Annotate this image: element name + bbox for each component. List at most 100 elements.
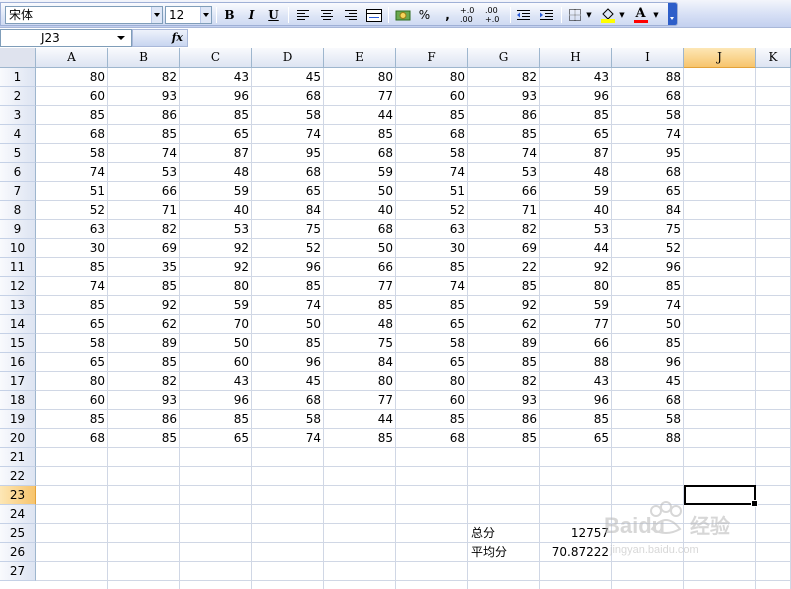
cell-b20[interactable]: 85	[108, 429, 180, 448]
cell-e1[interactable]: 80	[324, 68, 396, 87]
cell-b6[interactable]: 53	[108, 163, 180, 182]
column-header-h[interactable]: H	[540, 48, 612, 68]
cell-e14[interactable]: 48	[324, 315, 396, 334]
row-header-21[interactable]: 21	[0, 448, 36, 467]
align-right-button[interactable]	[340, 6, 361, 24]
font-size-combo[interactable]: 12	[165, 6, 212, 24]
cell-i16[interactable]: 96	[612, 353, 684, 372]
cell-f9[interactable]: 63	[396, 220, 468, 239]
cell-b11[interactable]: 35	[108, 258, 180, 277]
cell-e10[interactable]: 50	[324, 239, 396, 258]
cell-e8[interactable]: 40	[324, 201, 396, 220]
cell-d8[interactable]: 84	[252, 201, 324, 220]
cell-c16[interactable]: 60	[180, 353, 252, 372]
cell-i5[interactable]: 95	[612, 144, 684, 163]
column-header-a[interactable]: A	[36, 48, 108, 68]
cell-c5[interactable]: 87	[180, 144, 252, 163]
row-header-12[interactable]: 12	[0, 277, 36, 296]
cell-c19[interactable]: 85	[180, 410, 252, 429]
cell-g2[interactable]: 93	[468, 87, 540, 106]
cell-h15[interactable]: 66	[540, 334, 612, 353]
cell-a7[interactable]: 51	[36, 182, 108, 201]
cell-a5[interactable]: 58	[36, 144, 108, 163]
cell-f18[interactable]: 60	[396, 391, 468, 410]
cell-d11[interactable]: 96	[252, 258, 324, 277]
cell-i18[interactable]: 68	[612, 391, 684, 410]
cell-b14[interactable]: 62	[108, 315, 180, 334]
cell-h4[interactable]: 65	[540, 125, 612, 144]
font-name-combo[interactable]: 宋体	[5, 6, 163, 24]
row-header-19[interactable]: 19	[0, 410, 36, 429]
row-header-17[interactable]: 17	[0, 372, 36, 391]
row-header-27[interactable]: 27	[0, 562, 36, 581]
chevron-down-icon[interactable]	[151, 7, 162, 23]
cell-b16[interactable]: 85	[108, 353, 180, 372]
cell-i13[interactable]: 74	[612, 296, 684, 315]
cell-e13[interactable]: 85	[324, 296, 396, 315]
row-header-24[interactable]: 24	[0, 505, 36, 524]
underline-button[interactable]: U	[263, 6, 284, 24]
bold-button[interactable]: B	[219, 6, 240, 24]
cell-e7[interactable]: 50	[324, 182, 396, 201]
cell-a3[interactable]: 85	[36, 106, 108, 125]
column-header-i[interactable]: I	[612, 48, 684, 68]
cell-a1[interactable]: 80	[36, 68, 108, 87]
cell-e12[interactable]: 77	[324, 277, 396, 296]
column-header-k[interactable]: K	[756, 48, 791, 68]
cell-e2[interactable]: 77	[324, 87, 396, 106]
cell-c3[interactable]: 85	[180, 106, 252, 125]
cell-c17[interactable]: 43	[180, 372, 252, 391]
cell-f4[interactable]: 68	[396, 125, 468, 144]
cell-f13[interactable]: 85	[396, 296, 468, 315]
cell-a8[interactable]: 52	[36, 201, 108, 220]
row-header-8[interactable]: 8	[0, 201, 36, 220]
cell-e11[interactable]: 66	[324, 258, 396, 277]
cell-d17[interactable]: 45	[252, 372, 324, 391]
cell-f20[interactable]: 68	[396, 429, 468, 448]
cell-i14[interactable]: 50	[612, 315, 684, 334]
cell-d9[interactable]: 75	[252, 220, 324, 239]
cell-h26-average-value[interactable]: 70.87222	[540, 543, 612, 562]
cell-g9[interactable]: 82	[468, 220, 540, 239]
row-header-18[interactable]: 18	[0, 391, 36, 410]
column-header-c[interactable]: C	[180, 48, 252, 68]
cell-g3[interactable]: 86	[468, 106, 540, 125]
cell-f3[interactable]: 85	[396, 106, 468, 125]
cell-g7[interactable]: 66	[468, 182, 540, 201]
cell-c20[interactable]: 65	[180, 429, 252, 448]
cell-g11[interactable]: 22	[468, 258, 540, 277]
cell-h6[interactable]: 48	[540, 163, 612, 182]
cell-a14[interactable]: 65	[36, 315, 108, 334]
cell-d2[interactable]: 68	[252, 87, 324, 106]
cell-a18[interactable]: 60	[36, 391, 108, 410]
row-header-14[interactable]: 14	[0, 315, 36, 334]
cell-f12[interactable]: 74	[396, 277, 468, 296]
font-color-button[interactable]: A	[630, 6, 651, 24]
cell-h20[interactable]: 65	[540, 429, 612, 448]
cell-a6[interactable]: 74	[36, 163, 108, 182]
cell-f6[interactable]: 74	[396, 163, 468, 182]
cell-h18[interactable]: 96	[540, 391, 612, 410]
row-header-26[interactable]: 26	[0, 543, 36, 562]
cell-f16[interactable]: 65	[396, 353, 468, 372]
cell-g14[interactable]: 62	[468, 315, 540, 334]
cell-e3[interactable]: 44	[324, 106, 396, 125]
cell-a12[interactable]: 74	[36, 277, 108, 296]
cell-i7[interactable]: 65	[612, 182, 684, 201]
cell-g18[interactable]: 93	[468, 391, 540, 410]
cell-d18[interactable]: 68	[252, 391, 324, 410]
cell-b8[interactable]: 71	[108, 201, 180, 220]
formula-input[interactable]	[188, 29, 791, 47]
decrease-decimal-button[interactable]: .00 +.0	[485, 6, 509, 24]
merge-center-button[interactable]	[363, 6, 384, 24]
cell-b2[interactable]: 93	[108, 87, 180, 106]
cell-f17[interactable]: 80	[396, 372, 468, 391]
cell-g13[interactable]: 92	[468, 296, 540, 315]
cell-d20[interactable]: 74	[252, 429, 324, 448]
cell-b13[interactable]: 92	[108, 296, 180, 315]
row-header-9[interactable]: 9	[0, 220, 36, 239]
cell-d14[interactable]: 50	[252, 315, 324, 334]
row-header-13[interactable]: 13	[0, 296, 36, 315]
cell-h17[interactable]: 43	[540, 372, 612, 391]
cell-c4[interactable]: 65	[180, 125, 252, 144]
